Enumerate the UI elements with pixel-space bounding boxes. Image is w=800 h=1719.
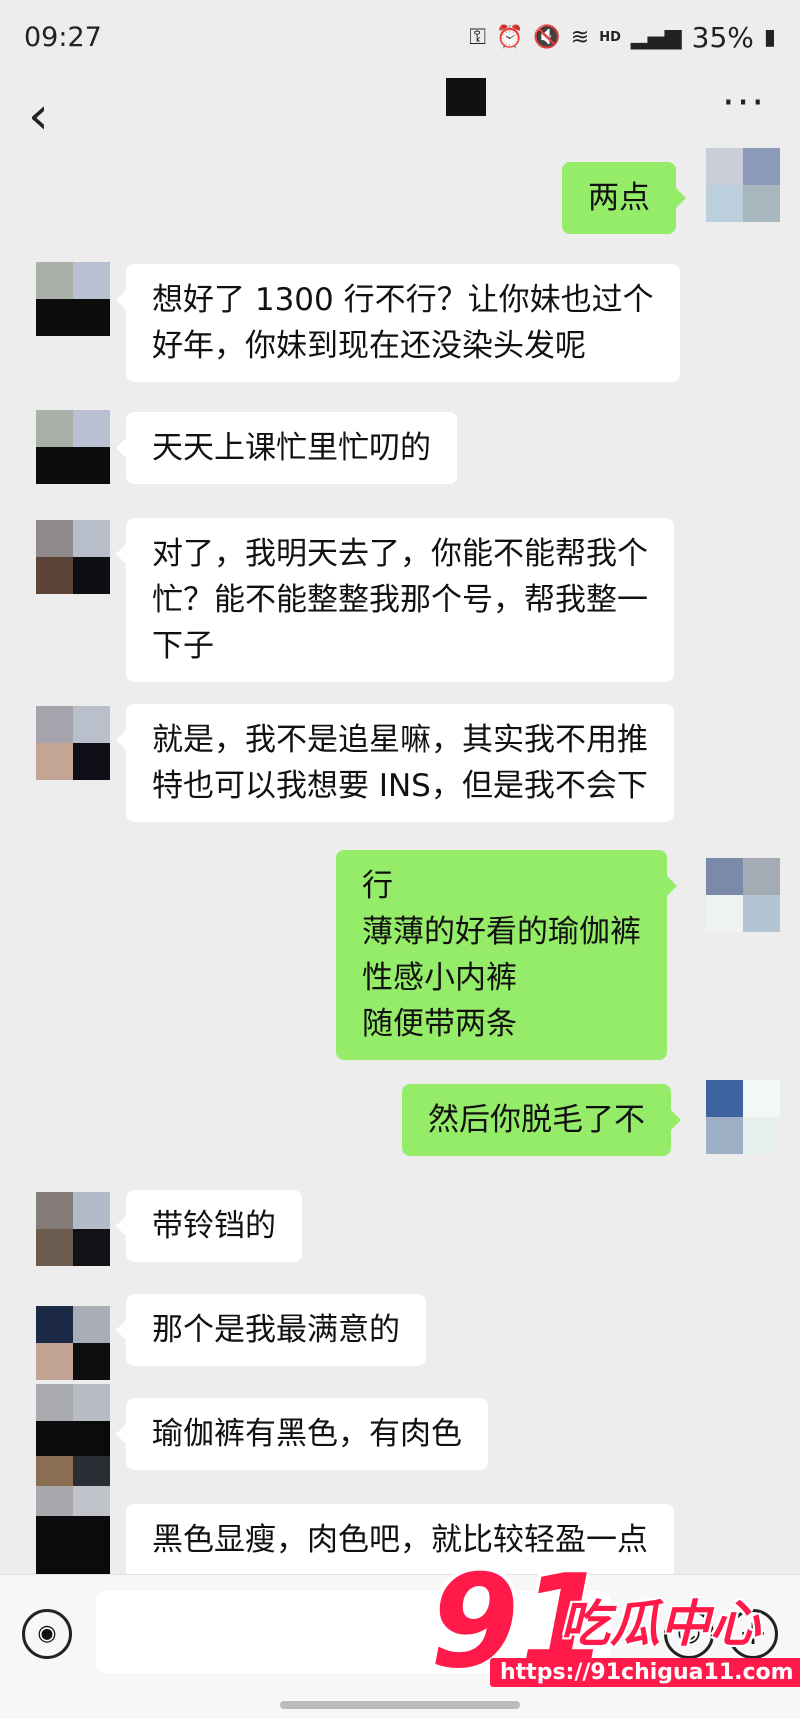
- message-text: 薄薄的好看的瑜伽裤: [362, 914, 641, 950]
- message-bubble[interactable]: 那个是我最满意的: [116, 1294, 426, 1366]
- status-icons: ⚿ ⏰ 🔇 ≋ HD ▂▄▆ 35% ▮: [469, 21, 776, 54]
- hd-label: HD: [599, 29, 621, 45]
- message-text: 瑜伽裤有黑色，有肉色: [152, 1416, 462, 1452]
- message-bubble[interactable]: 天天上课忙里忙叨的: [116, 412, 457, 484]
- message-text: 就是，我不是追星嘛，其实我不用推: [152, 722, 648, 758]
- message-text: 下子: [152, 628, 214, 664]
- message-bubble[interactable]: 想好了 1300 行不行？让你妹也过个 好年，你妹到现在还没染头发呢: [116, 264, 680, 382]
- message-text: 带铃铛的: [152, 1208, 276, 1244]
- chat-title-redacted: [446, 78, 486, 116]
- battery-level: 35%: [691, 20, 754, 54]
- avatar-contact[interactable]: [36, 410, 110, 484]
- chevron-left-icon[interactable]: ‹: [28, 88, 68, 144]
- avatar-contact[interactable]: [36, 1306, 110, 1380]
- message-bubble[interactable]: 瑜伽裤有黑色，有肉色: [116, 1398, 488, 1470]
- avatar-contact[interactable]: [36, 1516, 110, 1574]
- more-horizontal-icon[interactable]: ···: [722, 80, 766, 126]
- message-text: 那个是我最满意的: [152, 1312, 400, 1348]
- message-text: 行: [362, 868, 393, 904]
- message-text: 然后你脱毛了不: [428, 1102, 645, 1138]
- message-text: 随便带两条: [362, 1006, 517, 1042]
- avatar-contact[interactable]: [36, 262, 110, 336]
- message-bubble[interactable]: 然后你脱毛了不: [402, 1084, 681, 1156]
- message-bubble[interactable]: 就是，我不是追星嘛，其实我不用推 特也可以我想要 INS，但是我不会下: [116, 704, 674, 822]
- avatar-contact[interactable]: [36, 1192, 110, 1266]
- message-text: 忙？能不能整整我那个号，帮我整一: [152, 582, 648, 618]
- battery-icon: ▮: [763, 24, 776, 50]
- avatar-contact[interactable]: [36, 1384, 110, 1458]
- avatar-contact[interactable]: [36, 1456, 110, 1516]
- wifi-icon: ≋: [570, 24, 590, 50]
- message-text: 天天上课忙里忙叨的: [152, 430, 431, 466]
- voice-icon[interactable]: ◉: [22, 1609, 72, 1659]
- avatar-contact[interactable]: [36, 706, 110, 780]
- avatar-self[interactable]: [706, 148, 780, 222]
- avatar-self[interactable]: [706, 1080, 780, 1154]
- message-text: 想好了 1300 行不行？让你妹也过个: [152, 282, 654, 318]
- message-bubble[interactable]: 行 薄薄的好看的瑜伽裤 性感小内裤 随便带两条: [336, 850, 677, 1060]
- status-bar: 09:27 ⚿ ⏰ 🔇 ≋ HD ▂▄▆ 35% ▮: [0, 0, 800, 74]
- watermark-text: 吃瓜中心: [560, 1595, 760, 1653]
- status-time: 09:27: [24, 21, 102, 53]
- message-bubble[interactable]: 带铃铛的: [116, 1190, 302, 1262]
- message-text: 特也可以我想要 INS，但是我不会下: [152, 768, 648, 804]
- key-icon: ⚿: [469, 24, 486, 50]
- message-text: 性感小内裤: [362, 960, 517, 996]
- message-text: 好年，你妹到现在还没染头发呢: [152, 328, 586, 364]
- message-text: 对了，我明天去了，你能不能帮我个: [152, 536, 648, 572]
- message-bubble[interactable]: 两点: [562, 162, 686, 234]
- watermark-url: https://91chigua11.com: [490, 1658, 800, 1687]
- signal-icon: ▂▄▆: [630, 24, 682, 50]
- alarm-icon: ⏰: [495, 24, 524, 50]
- avatar-self[interactable]: [706, 858, 780, 932]
- avatar-contact[interactable]: [36, 520, 110, 594]
- message-text: 两点: [588, 180, 650, 216]
- mute-icon: 🔇: [533, 24, 561, 50]
- message-bubble[interactable]: 对了，我明天去了，你能不能帮我个 忙？能不能整整我那个号，帮我整一 下子: [116, 518, 674, 682]
- chat-header: ‹ ···: [0, 74, 800, 184]
- watermark: 91 吃瓜中心 https://91chigua11.com: [430, 1548, 800, 1718]
